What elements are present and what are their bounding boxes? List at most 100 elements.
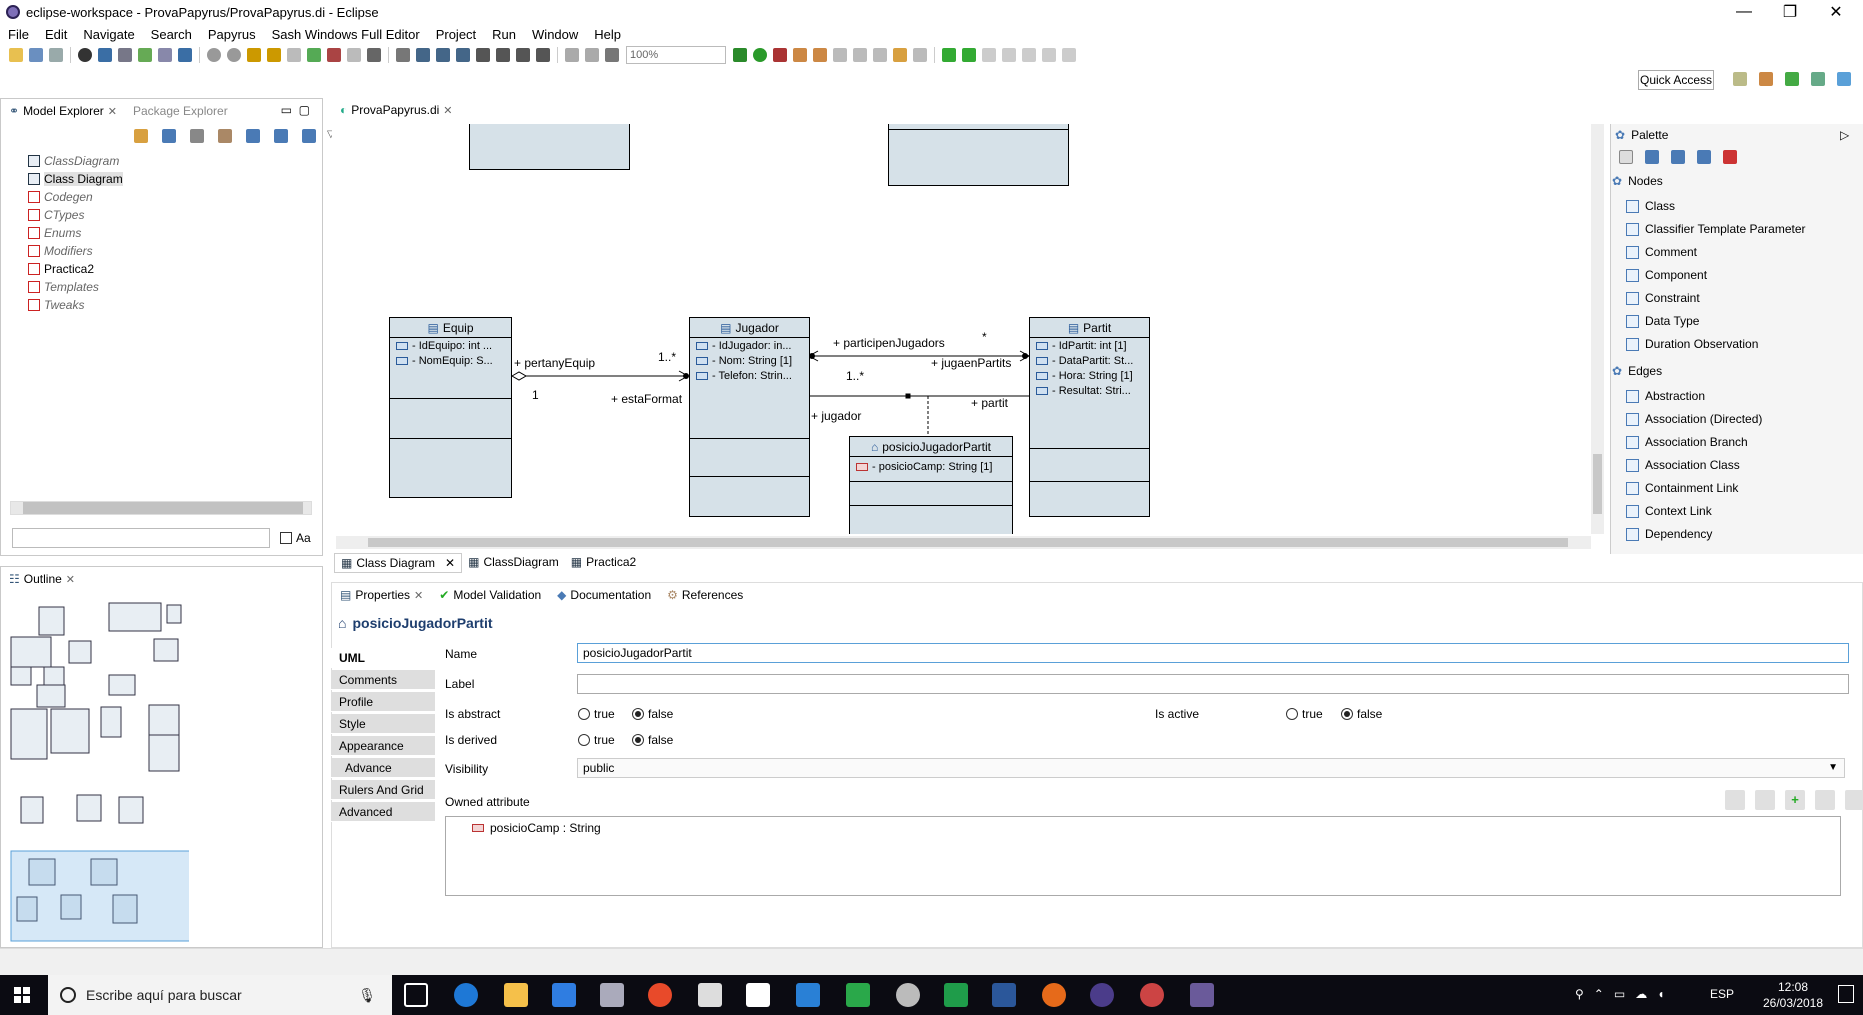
route-icon[interactable] [496, 48, 510, 62]
excel-icon[interactable] [944, 983, 968, 1007]
side-tab-advance[interactable]: Advance [331, 758, 435, 778]
tree-item-tweaks[interactable]: Tweaks [28, 296, 84, 314]
quick-access-field[interactable]: Quick Access [1638, 70, 1714, 90]
tab-documentation[interactable]: ◆ Documentation [549, 583, 659, 607]
side-tab-profile[interactable]: Profile [331, 692, 435, 712]
microphone-icon[interactable]: 🎙 [358, 987, 376, 1004]
windows-start-icon[interactable] [14, 987, 30, 1003]
palette-item-comment[interactable]: Comment [1626, 242, 1697, 262]
chevron-up-icon[interactable]: ⌃ [1594, 987, 1604, 1001]
palette-item-abstraction[interactable]: Abstraction [1626, 386, 1705, 406]
palette-item-context-link[interactable]: Context Link [1626, 501, 1712, 521]
palette-collapse-icon[interactable]: ▷ [1840, 128, 1849, 142]
case-sensitive-checkbox[interactable]: Aa [280, 531, 311, 545]
palette-item-classifier-template-parameter[interactable]: Classifier Template Parameter [1626, 219, 1806, 239]
papyrus-perspective-icon[interactable] [1837, 72, 1851, 86]
papyrus-taskbar-icon[interactable] [1190, 983, 1214, 1007]
is-derived-true-radio[interactable]: true [578, 733, 615, 747]
diagram-canvas[interactable]: ▤ Equip - IdEquipo: int ... - NomEquip: S… [336, 124, 1591, 534]
palette-item-containment-link[interactable]: Containment Link [1626, 478, 1738, 498]
menu-file[interactable]: File [0, 27, 37, 42]
tab-model-explorer[interactable]: ⚭ Model Explorer ✕ [1, 99, 125, 123]
expand-all-icon[interactable] [274, 129, 288, 143]
filter-icon[interactable] [516, 48, 530, 62]
menu-window[interactable]: Window [524, 27, 586, 42]
external-tools-icon[interactable] [773, 48, 787, 62]
close-icon[interactable]: ✕ [66, 573, 75, 586]
attribute[interactable]: - Nom: String [1] [690, 353, 809, 368]
palette-item-constraint[interactable]: Constraint [1626, 288, 1700, 308]
zoom-out-icon[interactable] [1671, 150, 1685, 164]
collapse-all-icon[interactable] [302, 129, 316, 143]
tree-item-codegen[interactable]: Codegen [28, 188, 93, 206]
undo-icon[interactable] [307, 48, 321, 62]
close-icon[interactable]: ✕ [443, 104, 452, 117]
maximize-button[interactable]: ❐ [1767, 0, 1813, 24]
menu-sash-windows[interactable]: Sash Windows Full Editor [264, 27, 428, 42]
network-icon[interactable]: ▭ [1614, 987, 1625, 1001]
clock[interactable]: 12:08 26/03/2018 [1758, 979, 1828, 1011]
user-icon[interactable] [78, 48, 92, 62]
store-icon[interactable] [552, 983, 576, 1007]
move-down-icon[interactable] [1755, 790, 1775, 810]
side-tab-style[interactable]: Style [331, 714, 435, 734]
attribute[interactable]: - NomEquip: S... [390, 353, 511, 368]
close-button[interactable]: ✕ [1813, 0, 1859, 24]
tab-package-explorer[interactable]: Package Explorer [125, 99, 236, 123]
palette-item-data-type[interactable]: Data Type [1626, 311, 1699, 331]
add-icon[interactable]: + [1785, 790, 1805, 810]
eclipse-taskbar-icon[interactable] [1090, 983, 1114, 1007]
writer-icon[interactable] [796, 983, 820, 1007]
note-tool-icon[interactable] [1723, 150, 1737, 164]
is-active-true-radio[interactable]: true [1286, 707, 1323, 721]
language-indicator[interactable]: ESP [1710, 987, 1734, 1001]
delete-icon[interactable] [1815, 790, 1835, 810]
attribute[interactable]: - posicioCamp: String [1] [850, 459, 1012, 474]
save-icon[interactable] [29, 48, 43, 62]
java-perspective-icon[interactable] [1759, 72, 1773, 86]
tree-view-icon[interactable] [190, 129, 204, 143]
list-item[interactable]: posicioCamp : String [472, 821, 601, 835]
palette-item-association-class[interactable]: Association Class [1626, 455, 1740, 475]
size-icon[interactable] [536, 48, 550, 62]
attribute[interactable]: - Telefon: Strin... [690, 368, 809, 383]
list-icon[interactable] [162, 129, 176, 143]
class-posiciojugadorpartit[interactable]: ⌂ posicioJugadorPartit - posicioCamp: Str… [849, 436, 1013, 534]
zoom-combo[interactable]: 100% [626, 46, 726, 64]
zoom-in-icon[interactable] [1645, 150, 1659, 164]
close-icon[interactable]: ✕ [414, 589, 423, 602]
menu-search[interactable]: Search [143, 27, 200, 42]
attribute[interactable]: - IdEquipo: int ... [390, 338, 511, 353]
palette-item-class[interactable]: Class [1626, 196, 1675, 216]
attribute[interactable]: - IdJugador: in... [690, 338, 809, 353]
tree-item-class-diagram[interactable]: Class Diagram [28, 170, 123, 188]
snap-icon[interactable] [565, 48, 579, 62]
lines-icon[interactable] [476, 48, 490, 62]
menu-edit[interactable]: Edit [37, 27, 75, 42]
menu-project[interactable]: Project [428, 27, 484, 42]
name-field[interactable]: posicioJugadorPartit [577, 643, 1849, 663]
create-icon[interactable] [218, 129, 232, 143]
volume-icon[interactable]: ◖ [1657, 987, 1664, 1001]
tree-item-modifiers[interactable]: Modifiers [28, 242, 93, 260]
edge-icon[interactable] [454, 983, 478, 1007]
layout-icon[interactable] [247, 48, 261, 62]
distribute-icon[interactable] [436, 48, 450, 62]
editor-vertical-scrollbar[interactable] [1591, 124, 1604, 534]
pencil-icon[interactable] [118, 48, 132, 62]
filter-input[interactable] [12, 528, 270, 548]
word-icon[interactable] [992, 983, 1016, 1007]
arrow-right-icon[interactable] [367, 48, 381, 62]
back-nav-icon[interactable] [893, 48, 907, 62]
taskbar-search-box[interactable]: Escribe aquí para buscar 🎙 [48, 975, 392, 1015]
table-icon[interactable] [267, 48, 281, 62]
chrome-icon[interactable] [648, 983, 672, 1007]
is-abstract-false-radio[interactable]: false [632, 707, 673, 721]
editor-horizontal-scrollbar[interactable] [336, 536, 1591, 549]
mail-icon[interactable] [746, 983, 770, 1007]
tree-item-classdiagram[interactable]: ClassDiagram [28, 152, 119, 170]
grid-toggle-icon[interactable] [585, 48, 599, 62]
is-active-false-radio[interactable]: false [1341, 707, 1382, 721]
git-perspective-icon[interactable] [1811, 72, 1825, 86]
debug-perspective-icon[interactable] [1785, 72, 1799, 86]
